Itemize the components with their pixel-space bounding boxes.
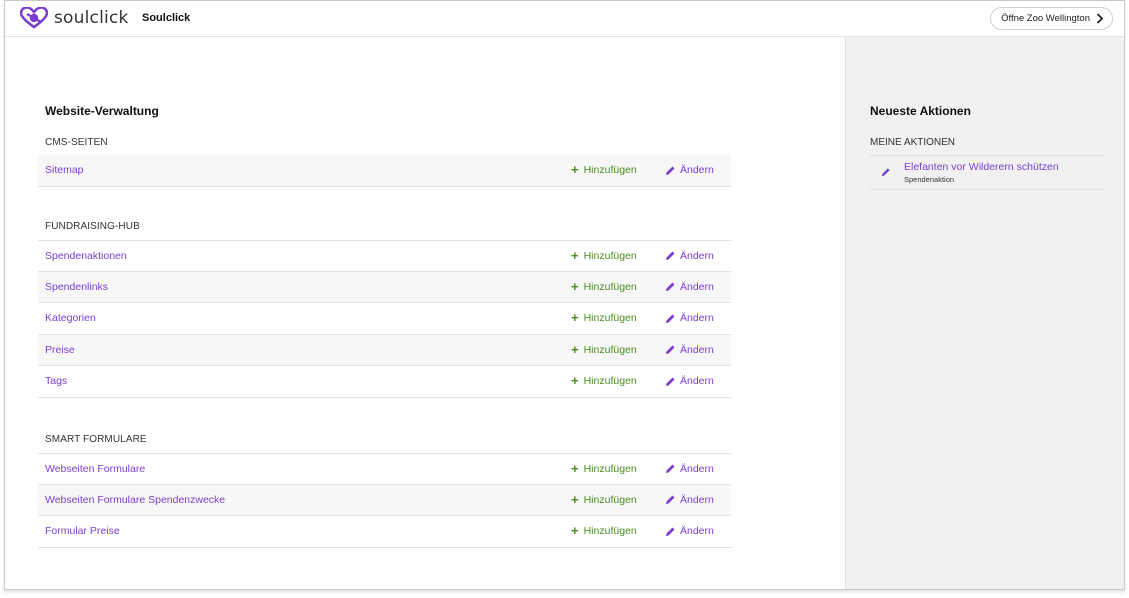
edit-button[interactable]: Ändern bbox=[665, 494, 714, 506]
plus-icon: + bbox=[571, 523, 579, 539]
logo[interactable]: soulclick bbox=[20, 7, 129, 29]
add-button[interactable]: + Hinzufügen bbox=[571, 373, 637, 389]
chevron-right-icon bbox=[1096, 13, 1104, 24]
edit-button[interactable]: Ändern bbox=[665, 375, 714, 387]
table-row: Sitemap + Hinzufügen Ändern bbox=[38, 155, 731, 187]
section-label-smart-forms: SMART FORMULARE bbox=[45, 434, 147, 445]
add-label: Hinzufügen bbox=[583, 375, 637, 388]
sidebar-section-label: MEINE AKTIONEN bbox=[870, 137, 956, 148]
row-link[interactable]: Sitemap bbox=[45, 164, 84, 176]
list-item[interactable]: Elefanten vor Wilderern schützen Spenden… bbox=[870, 156, 1104, 190]
plus-icon: + bbox=[571, 278, 579, 294]
row-link[interactable]: Spendenlinks bbox=[45, 281, 108, 293]
edit-label: Ändern bbox=[680, 375, 714, 388]
table-row: Preise + Hinzufügen Ändern bbox=[38, 334, 731, 366]
plus-icon: + bbox=[571, 460, 579, 476]
add-button[interactable]: + Hinzufügen bbox=[571, 162, 637, 178]
app-title: Soulclick bbox=[142, 12, 191, 24]
pencil-icon bbox=[666, 251, 675, 261]
add-label: Hinzufügen bbox=[583, 462, 637, 475]
add-button[interactable]: + Hinzufügen bbox=[571, 341, 637, 357]
edit-button[interactable]: Ändern bbox=[665, 525, 714, 537]
edit-label: Ändern bbox=[680, 462, 714, 475]
pencil-icon bbox=[666, 495, 675, 505]
add-button[interactable]: + Hinzufügen bbox=[571, 278, 637, 294]
open-organization-button[interactable]: Öffne Zoo Wellington bbox=[990, 7, 1113, 30]
pencil-icon bbox=[666, 314, 675, 323]
add-label: Hinzufügen bbox=[583, 280, 637, 293]
row-link[interactable]: Preise bbox=[45, 344, 75, 356]
cms-list: Sitemap + Hinzufügen Ändern bbox=[38, 155, 731, 187]
edit-button[interactable]: Ändern bbox=[665, 344, 714, 356]
pencil-icon bbox=[666, 527, 675, 536]
plus-icon: + bbox=[571, 247, 579, 263]
edit-label: Ändern bbox=[680, 312, 714, 325]
pencil-icon bbox=[666, 282, 675, 292]
row-link[interactable]: Webseiten Formulare Spendenzwecke bbox=[45, 494, 225, 506]
row-link[interactable]: Formular Preise bbox=[45, 525, 120, 537]
table-row: Spendenaktionen + Hinzufügen Ändern bbox=[38, 240, 731, 272]
pencil-icon bbox=[881, 168, 890, 177]
section-label-fundraising: FUNDRAISING-HUB bbox=[45, 221, 140, 232]
open-organization-label: Öffne Zoo Wellington bbox=[1001, 13, 1090, 24]
row-link[interactable]: Kategorien bbox=[45, 312, 96, 324]
edit-label: Ändern bbox=[680, 164, 714, 177]
add-button[interactable]: + Hinzufügen bbox=[571, 491, 637, 507]
plus-icon: + bbox=[571, 341, 579, 357]
app-window: soulclick Soulclick Öffne Zoo Wellington… bbox=[4, 0, 1125, 590]
logo-text: soulclick bbox=[54, 8, 129, 28]
pencil-icon bbox=[666, 377, 675, 386]
edit-button[interactable]: Ändern bbox=[665, 164, 714, 176]
table-row: Tags + Hinzufügen Ändern bbox=[38, 366, 731, 398]
table-row: Kategorien + Hinzufügen Ändern bbox=[38, 303, 731, 335]
add-label: Hinzufügen bbox=[583, 164, 637, 177]
action-title-link[interactable]: Elefanten vor Wilderern schützen bbox=[904, 161, 1059, 173]
edit-label: Ändern bbox=[680, 493, 714, 506]
edit-label: Ändern bbox=[680, 249, 714, 262]
row-link[interactable]: Webseiten Formulare bbox=[45, 463, 145, 475]
add-button[interactable]: + Hinzufügen bbox=[571, 460, 637, 476]
edit-label: Ändern bbox=[680, 343, 714, 356]
add-label: Hinzufügen bbox=[583, 493, 637, 506]
plus-icon: + bbox=[571, 310, 579, 326]
add-label: Hinzufügen bbox=[583, 343, 637, 356]
add-button[interactable]: + Hinzufügen bbox=[571, 247, 637, 263]
table-row: Formular Preise + Hinzufügen Ändern bbox=[38, 516, 731, 548]
plus-icon: + bbox=[571, 491, 579, 507]
edit-button[interactable]: Ändern bbox=[665, 312, 714, 324]
my-actions-list: Elefanten vor Wilderern schützen Spenden… bbox=[870, 155, 1104, 190]
table-row: Webseiten Formulare Spendenzwecke + Hinzu… bbox=[38, 484, 731, 516]
table-row: Webseiten Formulare + Hinzufügen Ändern bbox=[38, 453, 731, 485]
edit-label: Ändern bbox=[680, 525, 714, 538]
row-link[interactable]: Spendenaktionen bbox=[45, 250, 127, 262]
section-label-cms: CMS-SEITEN bbox=[45, 137, 108, 148]
add-label: Hinzufügen bbox=[583, 312, 637, 325]
edit-button[interactable]: Ändern bbox=[665, 463, 714, 475]
add-button[interactable]: + Hinzufügen bbox=[571, 310, 637, 326]
pencil-icon bbox=[666, 345, 675, 355]
plus-icon: + bbox=[571, 373, 579, 389]
add-label: Hinzufügen bbox=[583, 249, 637, 262]
row-link[interactable]: Tags bbox=[45, 375, 67, 387]
plus-icon: + bbox=[571, 162, 579, 178]
pencil-icon bbox=[666, 464, 675, 474]
pencil-icon bbox=[666, 166, 675, 175]
smart-forms-list: Webseiten Formulare + Hinzufügen Ändern W… bbox=[38, 453, 731, 548]
heart-logo-icon bbox=[20, 7, 48, 29]
add-button[interactable]: + Hinzufügen bbox=[571, 523, 637, 539]
action-type: Spendenaktion bbox=[904, 175, 955, 184]
sidebar-title: Neueste Aktionen bbox=[870, 104, 971, 118]
add-label: Hinzufügen bbox=[583, 525, 637, 538]
edit-button[interactable]: Ändern bbox=[665, 281, 714, 293]
recent-actions-sidebar: Neueste Aktionen MEINE AKTIONEN Elefante… bbox=[845, 37, 1124, 589]
top-bar: soulclick Soulclick Öffne Zoo Wellington bbox=[5, 1, 1124, 37]
edit-label: Ändern bbox=[680, 280, 714, 293]
fundraising-list: Spendenaktionen + Hinzufügen Ändern Spend… bbox=[38, 240, 731, 398]
table-row: Spendenlinks + Hinzufügen Ändern bbox=[38, 271, 731, 303]
main-content: Website-Verwaltung CMS-SEITEN Sitemap + H… bbox=[5, 37, 845, 589]
edit-button[interactable]: Ändern bbox=[665, 250, 714, 262]
page-title: Website-Verwaltung bbox=[45, 104, 159, 118]
